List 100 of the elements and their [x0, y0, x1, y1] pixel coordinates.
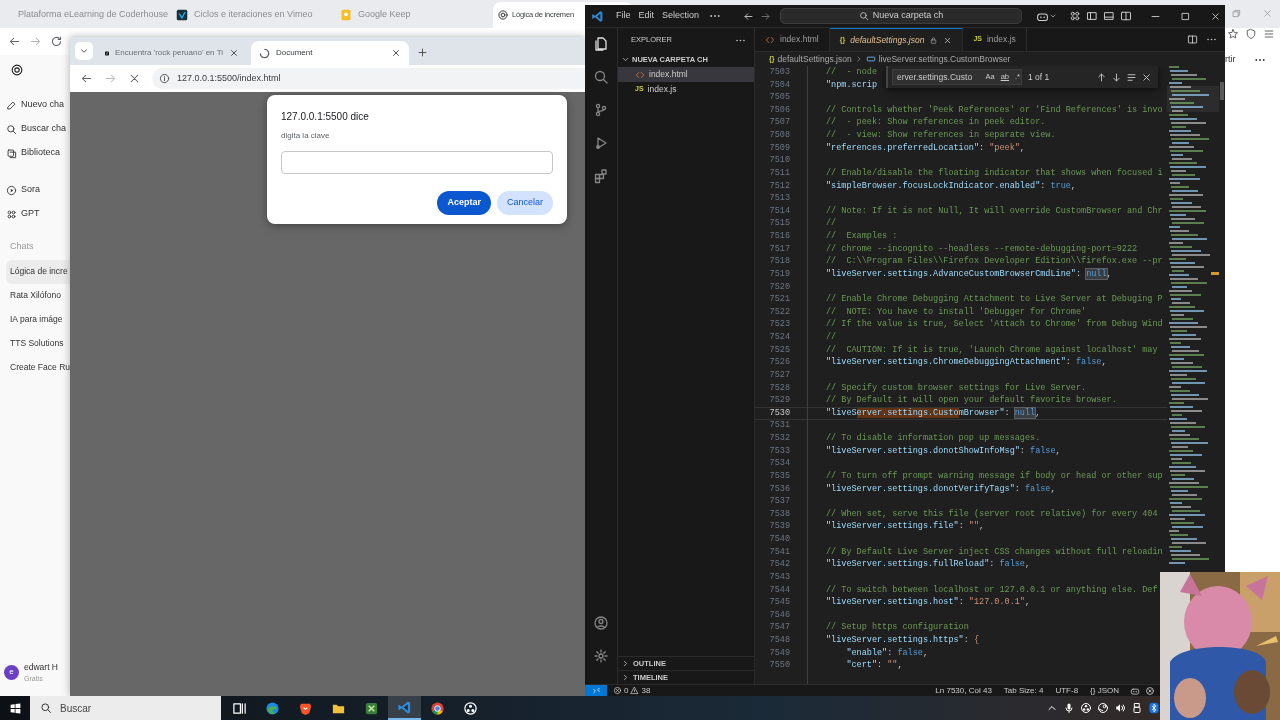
- chevron-down-icon: [621, 55, 630, 64]
- steam-icon[interactable]: [1097, 702, 1109, 714]
- menu-item[interactable]: Edit: [634, 9, 659, 23]
- extensions-icon[interactable]: [593, 168, 609, 184]
- line-number: 7518: [768, 255, 790, 269]
- cancel-button[interactable]: Cancelar: [496, 191, 553, 215]
- files-icon[interactable]: [593, 36, 609, 52]
- code-line: //: [826, 217, 837, 231]
- stop-icon[interactable]: [128, 72, 141, 85]
- text-input[interactable]: [281, 151, 553, 174]
- back-icon[interactable]: [8, 35, 21, 48]
- split-layout-icon[interactable]: [1120, 10, 1133, 22]
- split-editor-icon[interactable]: [1187, 34, 1198, 45]
- chevron-down-icon[interactable]: [1049, 12, 1058, 20]
- accept-button[interactable]: Aceptar: [437, 191, 491, 215]
- code-line: // - node: [826, 66, 877, 79]
- command-search-field[interactable]: Nueva carpeta ch: [780, 8, 1023, 24]
- chrome-logo-icon: [430, 700, 445, 716]
- record-logo-icon[interactable]: [1080, 702, 1092, 714]
- close-icon[interactable]: [391, 48, 401, 58]
- sidebar-item[interactable]: Sora: [6, 178, 70, 202]
- loading-spinner-icon: [259, 47, 270, 59]
- line-number: 7537: [768, 495, 790, 508]
- line-number: 7546: [768, 608, 790, 622]
- arrow-down-icon[interactable]: [1111, 71, 1122, 83]
- address-bar[interactable]: 127.0.0.1:5500/index.html: [152, 68, 585, 89]
- browser-tab[interactable]: Document: [251, 41, 409, 65]
- back-icon[interactable]: [743, 10, 755, 22]
- minimap[interactable]: [1167, 66, 1219, 566]
- line-number: 7545: [768, 596, 790, 609]
- sidebar-layout-icon[interactable]: [1086, 10, 1099, 22]
- run-debug-icon[interactable]: [593, 135, 609, 151]
- bottom-panel-icon[interactable]: [1103, 10, 1116, 22]
- chat-item[interactable]: Rata Xilófono: [6, 283, 70, 308]
- tree-item[interactable]: index.html: [618, 67, 754, 82]
- microphone-icon[interactable]: [1063, 702, 1075, 714]
- shield-icon[interactable]: [1245, 28, 1257, 40]
- search-icon[interactable]: [593, 69, 609, 85]
- stack-icon: [6, 147, 17, 159]
- line-number: 7535: [768, 469, 790, 483]
- problems-indicator[interactable]: 0 38: [613, 684, 651, 696]
- line-number: 7544: [768, 583, 790, 597]
- star-icon[interactable]: [1227, 28, 1239, 40]
- close-icon[interactable]: [1141, 71, 1152, 83]
- close-icon[interactable]: [943, 35, 953, 45]
- chat-item[interactable]: IA para imáge: [6, 307, 70, 332]
- code-line: // If the value is true, Select 'Attach to Chrome' from Debug Wind: [826, 318, 1163, 332]
- code-line: // To turn off prompt warning message if body or head or other sup: [826, 469, 1163, 483]
- search-field[interactable]: Buscar: [30, 696, 221, 720]
- forward-icon[interactable]: [760, 10, 772, 22]
- line-number: 7536: [768, 482, 790, 496]
- close-icon[interactable]: [1210, 10, 1222, 22]
- browser-tab[interactable]: Encuentra 'rock peruano' en Ti: [97, 41, 247, 65]
- code-brackets-icon: [765, 34, 775, 45]
- editor-tab[interactable]: index.html: [755, 28, 830, 51]
- back-icon[interactable]: [80, 72, 93, 85]
- status-item[interactable]: UTF-8: [1055, 684, 1079, 696]
- sidebar-item[interactable]: Biblioteca: [6, 141, 70, 165]
- close-icon[interactable]: [229, 48, 239, 58]
- status-item[interactable]: Ln 7530, Col 43: [935, 684, 992, 696]
- line-number: 7547: [768, 621, 790, 635]
- selection-lines-icon[interactable]: [1126, 71, 1137, 83]
- menu-item[interactable]: File: [612, 9, 635, 23]
- sidebar-item[interactable]: Buscar cha: [6, 117, 70, 141]
- avatar[interactable]: e: [4, 664, 19, 680]
- code-line: "liveServer.settings.file": "",: [826, 520, 985, 534]
- code-line: // Note: If it is not Null, It will override CustomBrowser and Chr: [826, 204, 1163, 218]
- account-icon[interactable]: [593, 615, 609, 631]
- code-line: "liveServer.settings.https": {: [826, 634, 980, 647]
- volume-icon[interactable]: [1114, 702, 1126, 714]
- menu-item[interactable]: Selection: [658, 9, 704, 23]
- maximize-icon[interactable]: [1180, 10, 1192, 22]
- flower-logo-icon[interactable]: [10, 63, 24, 77]
- code-line: "liveServer.settings.host": "127.0.0.1",: [826, 596, 1031, 609]
- line-number: 7549: [768, 646, 790, 660]
- search-icon: [858, 11, 869, 21]
- chat-item[interactable]: Create Face Ru: [6, 355, 70, 380]
- arrow-up-icon[interactable]: [1096, 71, 1107, 83]
- status-item[interactable]: Tab Size: 4: [1003, 684, 1044, 696]
- breadcrumb-item[interactable]: liveServer.settings.CustomBrowser: [865, 52, 1011, 66]
- windows-start-icon[interactable]: [9, 701, 22, 715]
- reload-icon[interactable]: [50, 35, 63, 48]
- sidebar-item[interactable]: GPT: [6, 202, 70, 226]
- chat-item[interactable]: TTS Solutions: [6, 331, 70, 356]
- settings-icon[interactable]: [593, 648, 609, 664]
- warning-count: 38: [641, 684, 651, 696]
- chat-item[interactable]: Lógica de incre: [6, 259, 70, 284]
- source-control-icon[interactable]: [593, 102, 609, 118]
- line-number: 7504: [768, 78, 790, 92]
- sidebar-item[interactable]: Nuevo cha: [6, 93, 70, 117]
- code-line: // To switch between localhost or 127.0.0.1 or anything else. Def: [826, 583, 1158, 597]
- line-number: 7531: [768, 419, 790, 433]
- line-number: 7532: [768, 432, 790, 445]
- status-item[interactable]: {} JSON: [1090, 684, 1119, 696]
- usb-drive-icon[interactable]: [1131, 702, 1143, 714]
- scrollbar-thumb[interactable]: [1220, 82, 1224, 100]
- line-number: 7506: [768, 103, 790, 117]
- code-brackets-icon: [635, 69, 645, 80]
- new-tab-icon[interactable]: [417, 47, 428, 58]
- bluetooth-icon[interactable]: [1148, 702, 1160, 714]
